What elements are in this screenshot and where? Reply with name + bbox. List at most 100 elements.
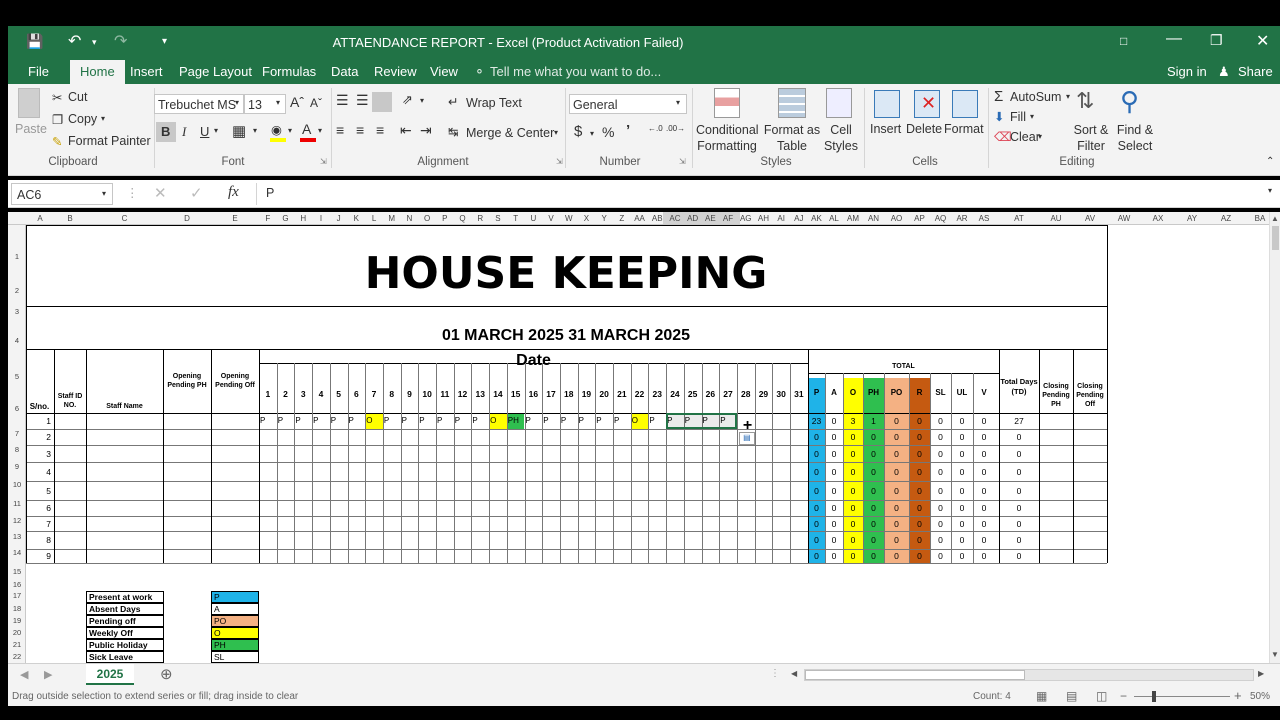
header-closing-ph[interactable]: Closing Pending PH: [1039, 382, 1073, 409]
total-o-row-1[interactable]: 3: [843, 416, 863, 426]
day-header-2[interactable]: 2: [277, 389, 295, 399]
underline-dropdown-icon[interactable]: ▾: [214, 126, 218, 135]
insert-cells-button[interactable]: Insert: [870, 122, 901, 136]
total-v-row-3[interactable]: 0: [973, 449, 995, 459]
day-header-16[interactable]: 16: [525, 389, 543, 399]
increase-decimal-icon[interactable]: ←.0: [648, 124, 663, 133]
align-right-icon[interactable]: ≡: [376, 122, 384, 138]
day-header-30[interactable]: 30: [772, 389, 790, 399]
copy-icon[interactable]: ❐: [52, 112, 63, 127]
total-v-row-6[interactable]: 0: [973, 503, 995, 513]
total-a-row-3[interactable]: 0: [825, 449, 843, 459]
day-header-1[interactable]: 1: [259, 389, 277, 399]
decrease-font-icon[interactable]: Aˇ: [310, 96, 322, 110]
number-format-box[interactable]: General ▾: [569, 94, 687, 114]
attendance-mark-day-1[interactable]: P: [259, 416, 277, 425]
total-sl-row-4[interactable]: 0: [930, 467, 951, 477]
zoom-slider-thumb[interactable]: [1152, 691, 1156, 702]
increase-font-icon[interactable]: Aˆ: [290, 94, 304, 110]
conditional-formatting-button[interactable]: Conditional Formatting: [696, 122, 759, 154]
total-o-row-6[interactable]: 0: [843, 503, 863, 513]
total-r-row-4[interactable]: 0: [909, 467, 930, 477]
total-r-row-7[interactable]: 0: [909, 519, 930, 529]
total-po-row-4[interactable]: 0: [884, 467, 909, 477]
total-a-row-5[interactable]: 0: [825, 486, 843, 496]
total-header-v[interactable]: V: [973, 388, 995, 397]
day-header-28[interactable]: 28: [737, 389, 755, 399]
total-a-row-7[interactable]: 0: [825, 519, 843, 529]
total-ul-row-2[interactable]: 0: [951, 432, 973, 442]
total-days-row-2[interactable]: 0: [999, 432, 1039, 442]
zoom-slider[interactable]: [1134, 696, 1230, 697]
name-box[interactable]: AC6 ▾: [11, 183, 113, 205]
font-color-dropdown-icon[interactable]: ▾: [318, 126, 322, 135]
total-a-row-2[interactable]: 0: [825, 432, 843, 442]
total-v-row-9[interactable]: 0: [973, 551, 995, 561]
row-sno-7[interactable]: 7: [26, 519, 54, 529]
number-format-dropdown-icon[interactable]: ▾: [676, 98, 680, 107]
total-r-row-3[interactable]: 0: [909, 449, 930, 459]
alignment-dialog-launcher-icon[interactable]: ⇲: [556, 157, 563, 166]
tab-data[interactable]: Data: [331, 64, 358, 79]
page-layout-view-icon[interactable]: ▤: [1066, 689, 1077, 703]
total-ph-row-6[interactable]: 0: [863, 503, 884, 513]
day-header-22[interactable]: 22: [631, 389, 649, 399]
total-v-row-1[interactable]: 0: [973, 416, 995, 426]
total-ph-row-4[interactable]: 0: [863, 467, 884, 477]
day-header-15[interactable]: 15: [507, 389, 525, 399]
tab-home[interactable]: Home: [70, 60, 125, 84]
day-header-20[interactable]: 20: [595, 389, 613, 399]
total-sl-row-6[interactable]: 0: [930, 503, 951, 513]
header-closing-off[interactable]: Closing Pending Off: [1073, 382, 1107, 409]
total-sl-row-7[interactable]: 0: [930, 519, 951, 529]
total-p-row-2[interactable]: 0: [808, 432, 825, 442]
tab-view[interactable]: View: [430, 64, 458, 79]
report-period[interactable]: 01 MARCH 2025 31 MARCH 2025: [26, 327, 1106, 345]
total-p-row-5[interactable]: 0: [808, 486, 825, 496]
total-p-row-8[interactable]: 0: [808, 535, 825, 545]
attendance-mark-day-16[interactable]: P: [525, 416, 543, 425]
format-as-table-button[interactable]: Format as Table: [762, 122, 822, 154]
italic-button[interactable]: I: [182, 124, 186, 140]
align-left-icon[interactable]: ≡: [336, 122, 344, 138]
insert-cells-icon[interactable]: [874, 90, 900, 118]
total-o-row-3[interactable]: 0: [843, 449, 863, 459]
total-r-row-2[interactable]: 0: [909, 432, 930, 442]
total-ph-row-7[interactable]: 0: [863, 519, 884, 529]
sort-filter-icon[interactable]: ⇅: [1076, 88, 1094, 114]
day-header-7[interactable]: 7: [365, 389, 383, 399]
insert-function-button[interactable]: fx: [228, 184, 239, 201]
vertical-scroll-thumb[interactable]: [1272, 226, 1279, 250]
legend-code-p[interactable]: P: [211, 591, 259, 603]
tab-file[interactable]: File: [28, 64, 49, 79]
scroll-down-icon[interactable]: ▼: [1271, 650, 1279, 659]
total-po-row-6[interactable]: 0: [884, 503, 909, 513]
total-r-row-5[interactable]: 0: [909, 486, 930, 496]
legend-code-po[interactable]: PO: [211, 615, 259, 627]
total-ul-row-9[interactable]: 0: [951, 551, 973, 561]
fill-dropdown-icon[interactable]: ▾: [1030, 112, 1034, 121]
total-ul-row-4[interactable]: 0: [951, 467, 973, 477]
total-p-row-9[interactable]: 0: [808, 551, 825, 561]
find-select-icon[interactable]: ⚲: [1120, 86, 1139, 117]
attendance-mark-day-3[interactable]: P: [294, 416, 312, 425]
total-p-row-3[interactable]: 0: [808, 449, 825, 459]
prev-sheet-icon[interactable]: ◀: [20, 668, 28, 681]
total-p-row-7[interactable]: 0: [808, 519, 825, 529]
tell-me-input[interactable]: Tell me what you want to do...: [490, 64, 661, 79]
total-days-row-4[interactable]: 0: [999, 467, 1039, 477]
font-size-dropdown-icon[interactable]: ▾: [276, 98, 280, 107]
align-top-icon[interactable]: ☰: [336, 92, 349, 109]
share-button[interactable]: Share: [1238, 64, 1273, 79]
total-sl-row-8[interactable]: 0: [930, 535, 951, 545]
row-sno-6[interactable]: 6: [26, 503, 54, 513]
delete-cells-icon[interactable]: ✕: [914, 90, 940, 118]
fill-color-icon[interactable]: ◉: [271, 122, 282, 137]
total-ul-row-7[interactable]: 0: [951, 519, 973, 529]
attendance-mark-day-20[interactable]: P: [595, 416, 613, 425]
align-middle-icon[interactable]: ☰: [356, 92, 369, 109]
cell-styles-icon[interactable]: [826, 88, 852, 118]
total-ul-row-3[interactable]: 0: [951, 449, 973, 459]
day-header-27[interactable]: 27: [719, 389, 737, 399]
merge-dropdown-icon[interactable]: ▾: [554, 128, 558, 137]
